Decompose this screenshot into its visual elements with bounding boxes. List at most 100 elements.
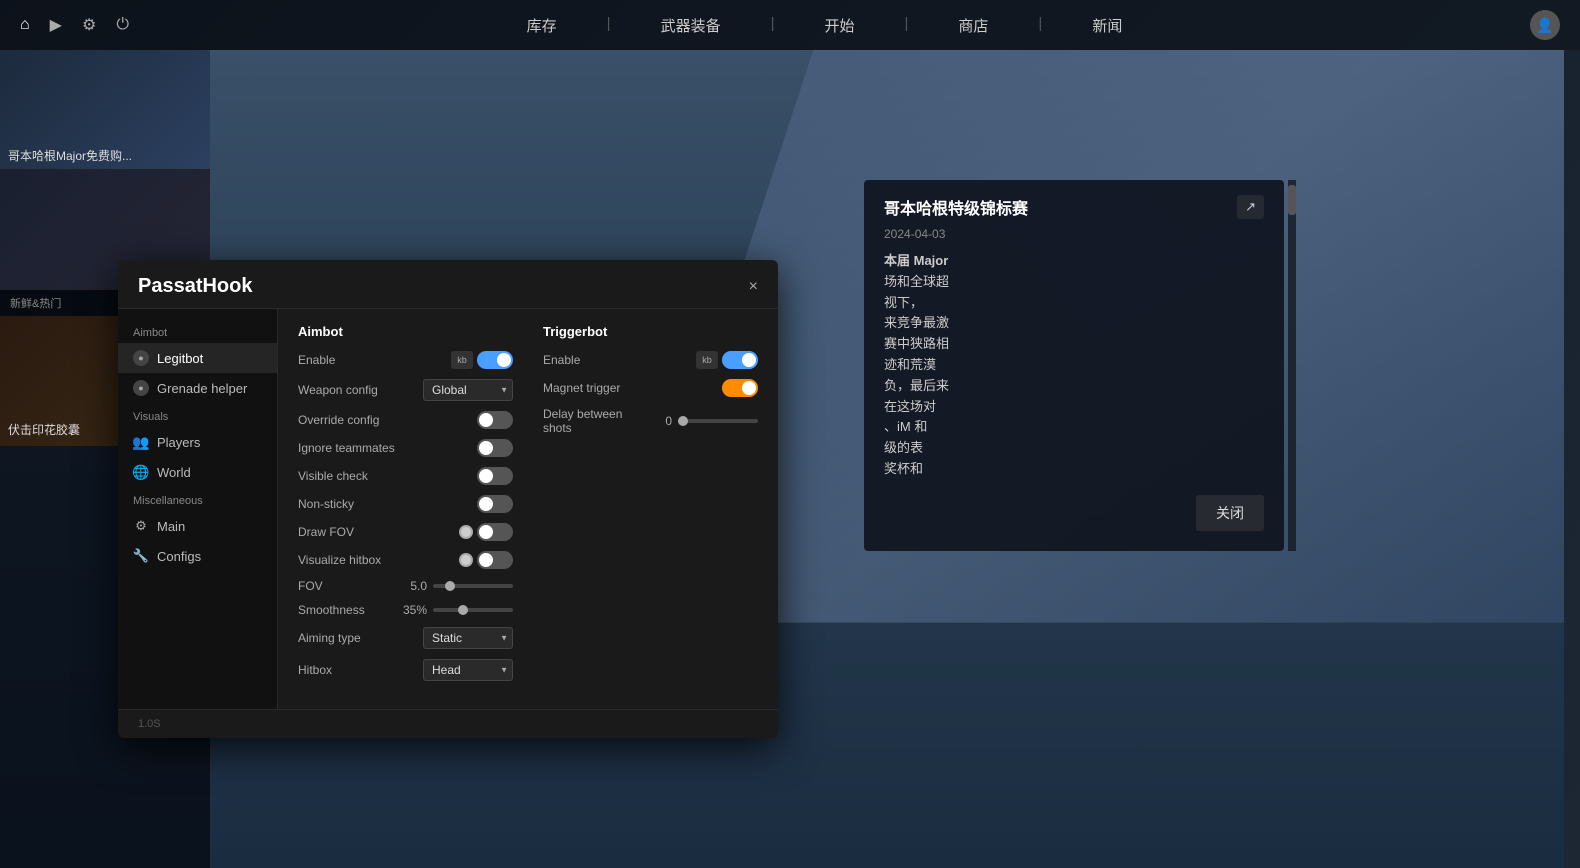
ph-magnet-trigger-label: Magnet trigger [543, 381, 620, 395]
draw-fov-circle-1[interactable] [459, 525, 473, 539]
ph-section-misc: Miscellaneous [118, 487, 277, 511]
nav-news[interactable]: 新闻 [1082, 15, 1132, 36]
ph-smoothness-label: Smoothness [298, 603, 365, 617]
ph-nav-main[interactable]: ⚙ Main [118, 511, 277, 541]
ph-magnet-trigger-toggle[interactable] [722, 379, 758, 397]
ph-ignore-teammates-toggle[interactable] [477, 439, 513, 457]
ph-col-triggerbot-title: Triggerbot [543, 324, 758, 339]
ph-nav-grenade[interactable]: ● Grenade helper [118, 373, 277, 403]
ph-fov-slider[interactable] [433, 584, 513, 588]
news-card-external-btn[interactable]: ↗ [1237, 195, 1264, 219]
nav-weapons[interactable]: 武器装备 [651, 15, 731, 36]
ph-enable-label: Enable [298, 353, 335, 367]
ph-weapon-config-label: Weapon config [298, 383, 378, 397]
ph-visualize-hitbox-toggle-wrap [459, 551, 513, 569]
configs-icon: 🔧 [133, 548, 149, 564]
home-icon[interactable]: ⌂ [20, 16, 30, 34]
sidebar-thumb-1[interactable]: 哥本哈根Major免费购... [0, 50, 210, 170]
ph-nav-players[interactable]: 👥 Players [118, 427, 277, 457]
ph-weapon-config-select[interactable]: Global Pistol Rifle Sniper [423, 379, 513, 401]
ph-nav-legitbot[interactable]: ● Legitbot [118, 343, 277, 373]
grenade-icon: ● [133, 380, 149, 396]
ph-close-button[interactable]: × [749, 278, 758, 296]
ph-non-sticky-toggle[interactable] [477, 495, 513, 513]
ph-nav-grenade-label: Grenade helper [157, 381, 247, 396]
ph-row-delay: Delay between shots 0 [543, 407, 758, 435]
world-icon: 🌐 [133, 464, 149, 480]
ph-draw-fov-toggle[interactable] [477, 523, 513, 541]
ph-version: 1.0S [138, 718, 161, 730]
ph-visualize-hitbox-toggle[interactable] [477, 551, 513, 569]
ph-row-hitbox: Hitbox Head Body Legs [298, 659, 513, 681]
ph-override-config-toggle[interactable] [477, 411, 513, 429]
scroll-indicator[interactable] [1288, 180, 1296, 551]
ph-row-override-config: Override config [298, 411, 513, 429]
news-card-date: 2024-04-03 [884, 227, 1264, 241]
ph-nav-world[interactable]: 🌐 World [118, 457, 277, 487]
ph-aiming-type-select[interactable]: Static Dynamic Flick [423, 627, 513, 649]
nav-start[interactable]: 开始 [814, 15, 864, 36]
ph-visible-check-label: Visible check [298, 469, 368, 483]
ph-body: Aimbot ● Legitbot ● Grenade helper Visua… [118, 309, 778, 709]
ph-section-aimbot: Aimbot [118, 319, 277, 343]
enable-kb-icon: kb [451, 351, 473, 369]
ph-hitbox-select[interactable]: Head Body Legs [423, 659, 513, 681]
news-card-header: 哥本哈根特级锦标赛 ↗ [884, 195, 1264, 219]
ph-delay-slider[interactable] [678, 419, 758, 423]
ph-row-visualize-hitbox: Visualize hitbox [298, 551, 513, 569]
ph-row-magnet-trigger: Magnet trigger [543, 379, 758, 397]
ph-non-sticky-label: Non-sticky [298, 497, 354, 511]
ph-ignore-teammates-label: Ignore teammates [298, 441, 395, 455]
ph-draw-fov-label: Draw FOV [298, 525, 354, 539]
ph-fov-value: 5.0 [397, 579, 427, 593]
right-panel [1564, 50, 1580, 868]
ph-trigger-enable-toggle-wrap: kb [696, 351, 758, 369]
ph-nav-configs-label: Configs [157, 549, 201, 564]
avatar[interactable]: 👤 [1530, 10, 1560, 40]
sidebar-thumb-1-label: 哥本哈根Major免费购... [8, 147, 132, 164]
ph-visible-check-toggle[interactable] [477, 467, 513, 485]
power-icon[interactable]: ⏻ [116, 16, 129, 34]
ph-col-triggerbot: Triggerbot Enable kb Magnet trigger [543, 324, 758, 691]
settings-icon[interactable]: ⚙ [82, 15, 96, 35]
ph-enable-toggle-wrap: kb [451, 351, 513, 369]
ph-aiming-type-select-wrap: Static Dynamic Flick [423, 627, 513, 649]
nav-shop[interactable]: 商店 [948, 15, 998, 36]
ph-nav-main-label: Main [157, 519, 185, 534]
ph-row-smoothness: Smoothness 35% [298, 603, 513, 617]
topbar-nav: 库存 | 武器装备 | 开始 | 商店 | 新闻 [129, 15, 1520, 36]
ph-row-draw-fov: Draw FOV [298, 523, 513, 541]
ph-footer: 1.0S [118, 709, 778, 738]
players-icon: 👥 [133, 434, 149, 450]
news-card-close-button[interactable]: 关闭 [1196, 495, 1264, 531]
ph-nav-players-label: Players [157, 435, 200, 450]
ph-enable-toggle[interactable] [477, 351, 513, 369]
ph-nav-world-label: World [157, 465, 191, 480]
ph-columns: Aimbot Enable kb Weapon config [298, 324, 758, 691]
main-content: 哥本哈根Major免费购... 新鲜&热门 伏击印花胶囊 ⋮ 哥本哈根特级锦标赛… [0, 50, 1564, 868]
ph-delay-value: 0 [642, 414, 672, 428]
scroll-thumb [1288, 185, 1296, 215]
ph-fov-label: FOV [298, 579, 323, 593]
ph-nav-configs[interactable]: 🔧 Configs [118, 541, 277, 571]
topbar: ⌂ ▶ ⚙ ⏻ 库存 | 武器装备 | 开始 | 商店 | 新闻 👤 [0, 0, 1580, 50]
ph-title: PassatHook [138, 275, 253, 298]
ph-visualize-hitbox-label: Visualize hitbox [298, 553, 381, 567]
ph-trigger-enable-toggle[interactable] [722, 351, 758, 369]
ph-hitbox-label: Hitbox [298, 663, 332, 677]
ph-hitbox-select-wrap: Head Body Legs [423, 659, 513, 681]
ph-smoothness-slider[interactable] [433, 608, 513, 612]
ph-override-config-label: Override config [298, 413, 379, 427]
ph-row-fov: FOV 5.0 [298, 579, 513, 593]
video-icon[interactable]: ▶ [50, 15, 62, 35]
ph-delay-slider-wrap: 0 [642, 414, 758, 428]
ph-main: Aimbot Enable kb Weapon config [278, 309, 778, 709]
ph-col-aimbot-title: Aimbot [298, 324, 513, 339]
ph-fov-slider-wrap: 5.0 [397, 579, 513, 593]
news-card-body: 本届 Major 场和全球超视下，来竞争最激赛中狭路相迹和荒漠负，最后来在这场对… [884, 251, 1264, 480]
visualize-hitbox-circle-1[interactable] [459, 553, 473, 567]
topbar-icons: ⌂ ▶ ⚙ ⏻ [20, 15, 129, 35]
main-icon: ⚙ [133, 518, 149, 534]
nav-inventory[interactable]: 库存 [517, 15, 567, 36]
ph-weapon-config-select-wrap: Global Pistol Rifle Sniper [423, 379, 513, 401]
